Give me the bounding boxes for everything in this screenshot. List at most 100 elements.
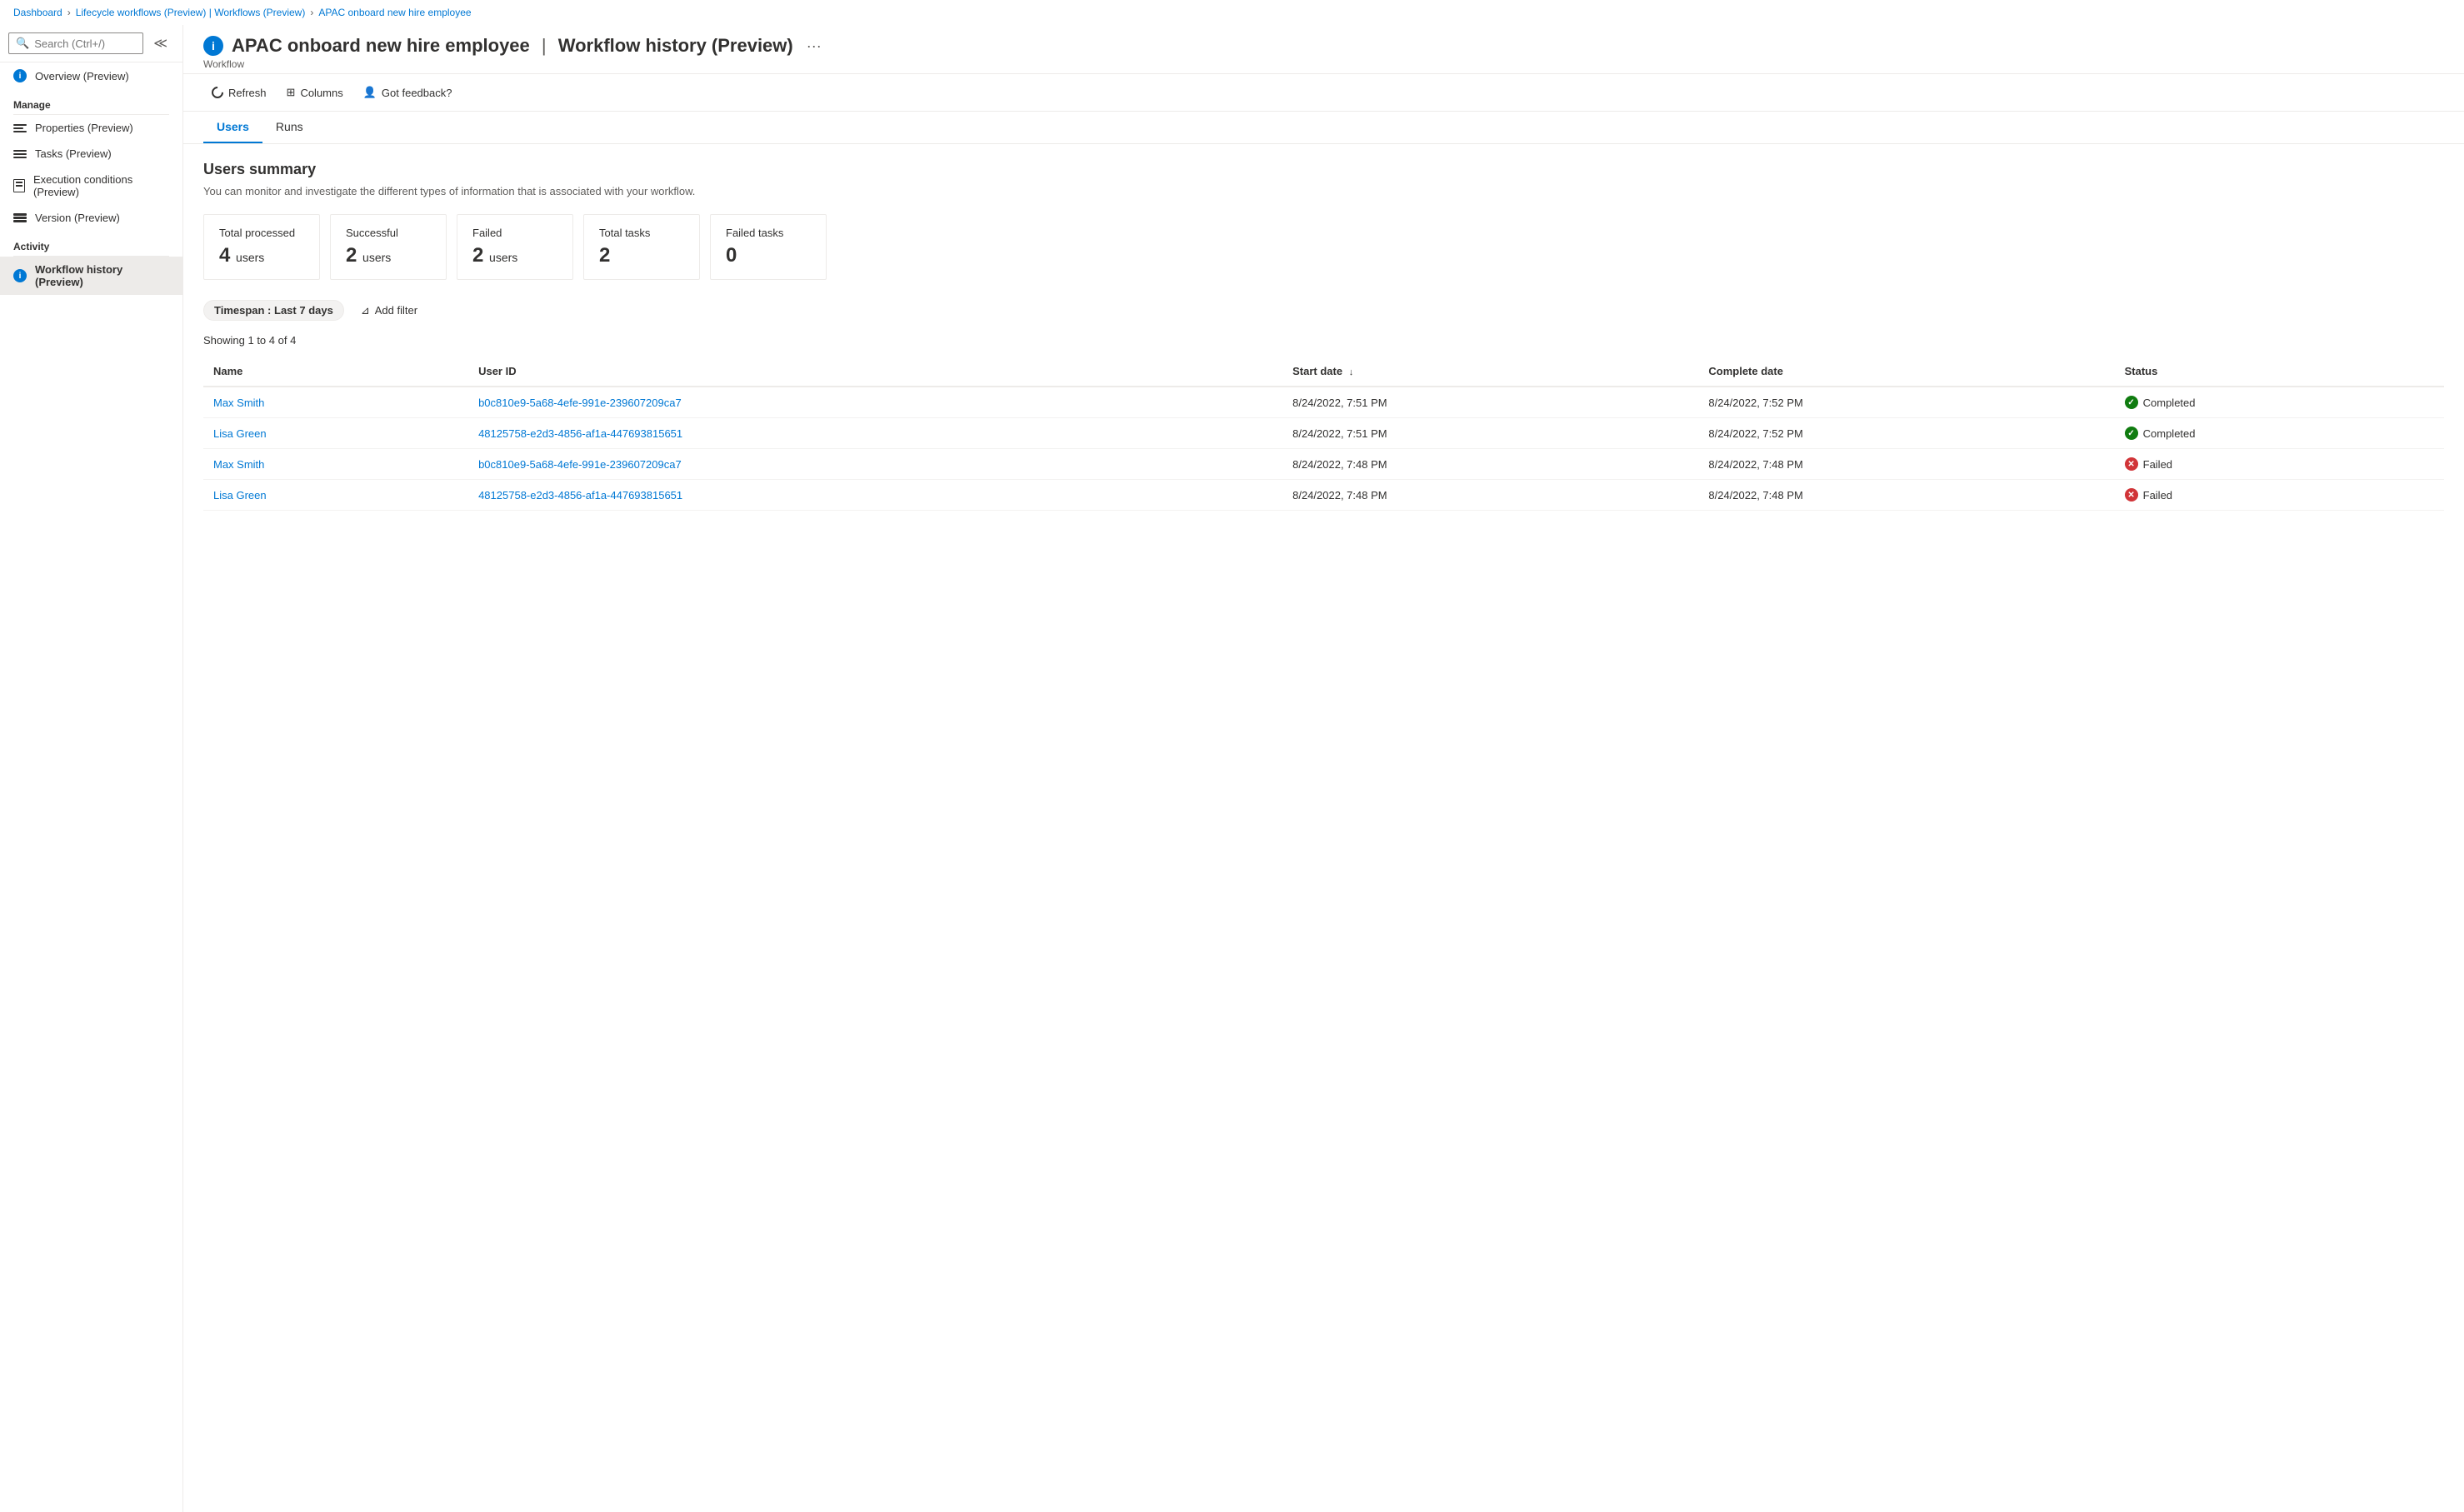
more-options-button[interactable]: ··· bbox=[802, 36, 827, 57]
card-total-processed: Total processed 4 users bbox=[203, 214, 320, 280]
start-date: 8/24/2022, 7:51 PM bbox=[1282, 387, 1698, 418]
card-total-tasks-label: Total tasks bbox=[599, 227, 684, 239]
sidebar-item-properties[interactable]: Properties (Preview) bbox=[0, 115, 182, 141]
search-input[interactable] bbox=[34, 37, 136, 50]
page-info-icon: i bbox=[203, 36, 223, 56]
table-row: Max Smith b0c810e9-5a68-4efe-991e-2396072… bbox=[203, 387, 2444, 418]
card-successful: Successful 2 users bbox=[330, 214, 447, 280]
col-name: Name bbox=[203, 357, 468, 387]
columns-label: Columns bbox=[300, 87, 342, 99]
sidebar-version-label: Version (Preview) bbox=[35, 212, 120, 224]
breadcrumb-apac[interactable]: APAC onboard new hire employee bbox=[318, 7, 471, 18]
sidebar-overview-label: Overview (Preview) bbox=[35, 70, 129, 82]
user-name-link[interactable]: Max Smith bbox=[213, 397, 264, 409]
tab-users[interactable]: Users bbox=[203, 112, 262, 143]
info-icon: i bbox=[13, 69, 27, 82]
breadcrumb-lifecycle[interactable]: Lifecycle workflows (Preview) | Workflow… bbox=[76, 7, 306, 18]
sidebar-properties-label: Properties (Preview) bbox=[35, 122, 133, 134]
manage-section-label: Manage bbox=[0, 89, 182, 114]
user-id-link[interactable]: 48125758-e2d3-4856-af1a-447693815651 bbox=[478, 489, 682, 502]
toolbar: Refresh ⊞ Columns 👤 Got feedback? bbox=[183, 74, 2464, 112]
feedback-label: Got feedback? bbox=[382, 87, 452, 99]
user-name-link[interactable]: Lisa Green bbox=[213, 427, 267, 440]
table-row: Max Smith b0c810e9-5a68-4efe-991e-2396072… bbox=[203, 449, 2444, 480]
bars-icon bbox=[13, 124, 27, 132]
sidebar-item-workflow-history[interactable]: i Workflow history (Preview) bbox=[0, 257, 182, 295]
user-id-link[interactable]: b0c810e9-5a68-4efe-991e-239607209ca7 bbox=[478, 458, 682, 471]
sidebar-item-execution-conditions[interactable]: Execution conditions (Preview) bbox=[0, 167, 182, 205]
status-cell: Failed bbox=[2115, 449, 2444, 480]
collapse-sidebar-button[interactable]: ≪ bbox=[147, 32, 174, 55]
table-row: Lisa Green 48125758-e2d3-4856-af1a-447693… bbox=[203, 480, 2444, 511]
sort-icon: ↓ bbox=[1349, 367, 1354, 377]
sidebar-execution-label: Execution conditions (Preview) bbox=[33, 173, 169, 198]
page-subtitle-label: Workflow bbox=[203, 58, 2444, 70]
card-successful-label: Successful bbox=[346, 227, 431, 239]
user-id-link[interactable]: b0c810e9-5a68-4efe-991e-239607209ca7 bbox=[478, 397, 682, 409]
card-total-processed-label: Total processed bbox=[219, 227, 304, 239]
page-title: APAC onboard new hire employee | Workflo… bbox=[232, 35, 793, 57]
card-failed: Failed 2 users bbox=[457, 214, 573, 280]
sidebar-tasks-label: Tasks (Preview) bbox=[35, 147, 112, 160]
feedback-icon: 👤 bbox=[363, 86, 377, 99]
timespan-value: Last 7 days bbox=[274, 304, 333, 317]
failed-icon bbox=[2125, 457, 2138, 471]
complete-date: 8/24/2022, 7:48 PM bbox=[1698, 449, 2114, 480]
main-content: Users summary You can monitor and invest… bbox=[183, 144, 2464, 527]
breadcrumb: Dashboard › Lifecycle workflows (Preview… bbox=[0, 0, 2464, 25]
complete-date: 8/24/2022, 7:52 PM bbox=[1698, 387, 2114, 418]
status-badge: Completed bbox=[2143, 397, 2196, 409]
list-icon bbox=[13, 150, 27, 158]
card-failed-tasks: Failed tasks 0 bbox=[710, 214, 827, 280]
add-filter-button[interactable]: ⊿ Add filter bbox=[354, 301, 424, 321]
tab-runs[interactable]: Runs bbox=[262, 112, 317, 143]
section-description: You can monitor and investigate the diff… bbox=[203, 185, 2444, 197]
card-total-processed-value: 4 users bbox=[219, 244, 304, 267]
users-table: Name User ID Start date ↓ Complete date … bbox=[203, 357, 2444, 511]
card-failed-value: 2 users bbox=[472, 244, 557, 267]
content-area: i APAC onboard new hire employee | Workf… bbox=[183, 25, 2464, 1512]
status-cell: Completed bbox=[2115, 387, 2444, 418]
col-user-id: User ID bbox=[468, 357, 1282, 387]
doc-icon bbox=[13, 179, 25, 192]
refresh-icon bbox=[209, 84, 226, 101]
sidebar-item-overview[interactable]: i Overview (Preview) bbox=[0, 62, 182, 89]
add-filter-label: Add filter bbox=[375, 304, 417, 317]
status-badge: Completed bbox=[2143, 427, 2196, 440]
complete-date: 8/24/2022, 7:52 PM bbox=[1698, 418, 2114, 449]
col-complete-date: Complete date bbox=[1698, 357, 2114, 387]
filter-icon: ⊿ bbox=[361, 304, 370, 317]
summary-cards: Total processed 4 users Successful 2 use… bbox=[203, 214, 2444, 280]
columns-button[interactable]: ⊞ Columns bbox=[278, 81, 352, 104]
card-failed-tasks-label: Failed tasks bbox=[726, 227, 811, 239]
user-id-link[interactable]: 48125758-e2d3-4856-af1a-447693815651 bbox=[478, 427, 682, 440]
card-failed-label: Failed bbox=[472, 227, 557, 239]
filter-row: Timespan : Last 7 days ⊿ Add filter bbox=[203, 300, 2444, 321]
feedback-button[interactable]: 👤 Got feedback? bbox=[355, 81, 461, 104]
refresh-button[interactable]: Refresh bbox=[203, 82, 275, 104]
timespan-label: Timespan : bbox=[214, 304, 274, 317]
columns-icon: ⊞ bbox=[287, 86, 296, 99]
user-name-link[interactable]: Max Smith bbox=[213, 458, 264, 471]
sidebar-item-version[interactable]: Version (Preview) bbox=[0, 205, 182, 231]
completed-icon bbox=[2125, 427, 2138, 440]
info-icon-activity: i bbox=[13, 269, 27, 282]
start-date: 8/24/2022, 7:48 PM bbox=[1282, 449, 1698, 480]
breadcrumb-dashboard[interactable]: Dashboard bbox=[13, 7, 62, 18]
user-name-link[interactable]: Lisa Green bbox=[213, 489, 267, 502]
status-badge: Failed bbox=[2143, 458, 2172, 471]
refresh-label: Refresh bbox=[228, 87, 267, 99]
col-status: Status bbox=[2115, 357, 2444, 387]
status-cell: Failed bbox=[2115, 480, 2444, 511]
col-start-date[interactable]: Start date ↓ bbox=[1282, 357, 1698, 387]
tabs-container: Users Runs bbox=[183, 112, 2464, 144]
search-icon: 🔍 bbox=[16, 37, 29, 50]
card-total-tasks: Total tasks 2 bbox=[583, 214, 700, 280]
section-title: Users summary bbox=[203, 161, 2444, 178]
sidebar-item-tasks[interactable]: Tasks (Preview) bbox=[0, 141, 182, 167]
card-successful-value: 2 users bbox=[346, 244, 431, 267]
start-date: 8/24/2022, 7:48 PM bbox=[1282, 480, 1698, 511]
failed-icon bbox=[2125, 488, 2138, 502]
timespan-filter[interactable]: Timespan : Last 7 days bbox=[203, 300, 344, 321]
card-total-tasks-value: 2 bbox=[599, 244, 684, 267]
